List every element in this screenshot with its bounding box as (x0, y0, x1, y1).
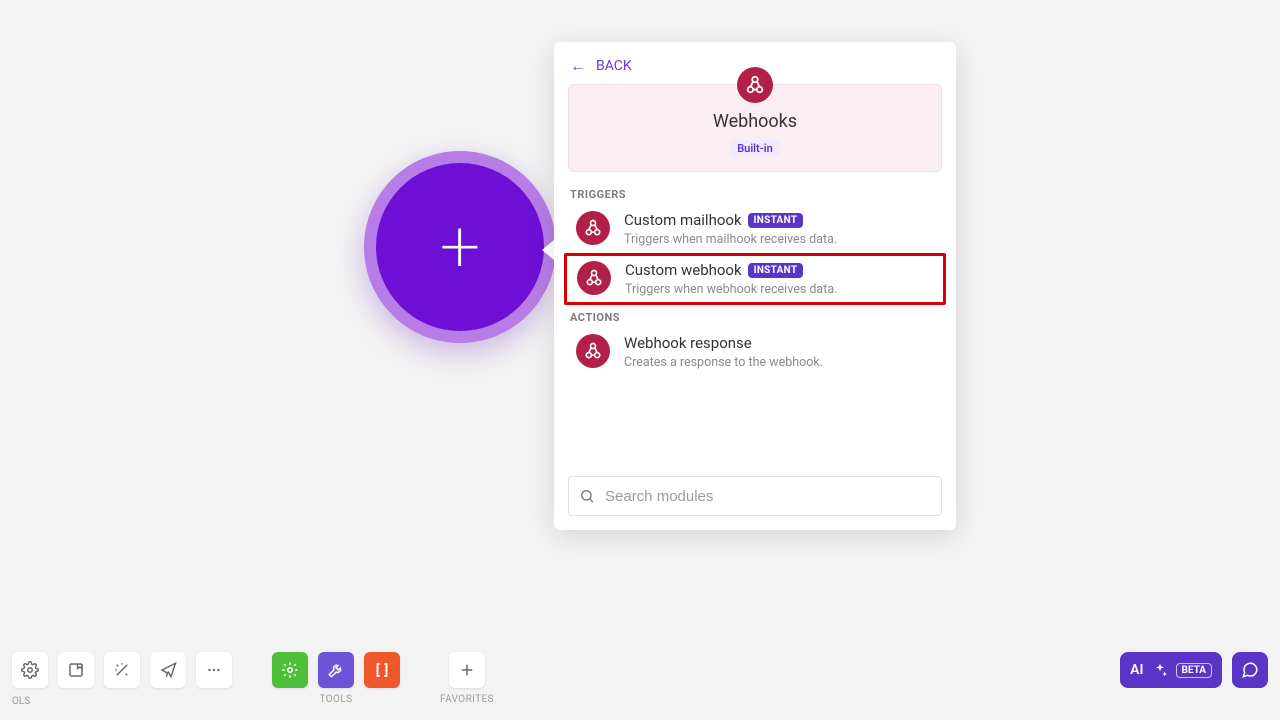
webhooks-icon (576, 211, 610, 245)
gear-icon (281, 661, 299, 679)
ai-assistant-button[interactable]: AI BETA (1120, 652, 1222, 688)
chat-icon (1241, 661, 1259, 679)
note-icon (67, 661, 85, 679)
favorites-group-label: FAVORITES (440, 694, 494, 705)
module-title: Webhook response (624, 334, 752, 352)
auto-align-button[interactable] (104, 652, 140, 688)
module-picker-panel: ← BACK Webhooks Built-in TRIGGERS Custom… (554, 42, 956, 530)
brackets-icon (373, 661, 391, 679)
ellipsis-icon (205, 661, 223, 679)
bottom-toolbar: OLS TOOLS (0, 652, 1280, 706)
beta-badge: BETA (1176, 663, 1213, 678)
plus-icon: + (440, 211, 481, 283)
module-desc: Creates a response to the webhook. (624, 355, 823, 370)
trigger-custom-webhook[interactable]: Custom webhook INSTANT Triggers when web… (564, 253, 946, 305)
app-header-card: Webhooks Built-in (568, 84, 942, 172)
triggers-section-label: TRIGGERS (570, 188, 940, 201)
tools-group-label: TOOLS (320, 694, 353, 705)
help-button[interactable] (1232, 652, 1268, 688)
action-webhook-response[interactable]: Webhook response Creates a response to t… (568, 328, 942, 376)
tools-text-parser-button[interactable] (364, 652, 400, 688)
webhooks-icon (737, 67, 773, 103)
actions-section-label: ACTIONS (570, 311, 940, 324)
arrow-left-icon: ← (570, 56, 586, 76)
module-title: Custom webhook (625, 261, 742, 279)
search-modules-field[interactable] (568, 476, 942, 516)
webhooks-icon (576, 334, 610, 368)
tools-functions-button[interactable] (318, 652, 354, 688)
ai-label: AI (1130, 662, 1143, 678)
instant-badge: INSTANT (748, 213, 804, 228)
gear-icon (21, 661, 39, 679)
add-favorite-button[interactable] (449, 652, 485, 688)
search-icon (579, 488, 595, 504)
explain-flow-button[interactable] (150, 652, 186, 688)
settings-button[interactable] (12, 652, 48, 688)
plane-icon (159, 661, 177, 679)
sparkle-icon (1152, 662, 1168, 678)
back-label: BACK (596, 58, 632, 74)
instant-badge: INSTANT (748, 263, 804, 278)
app-title: Webhooks (713, 111, 797, 132)
add-module-node[interactable]: + (364, 151, 556, 343)
wand-icon (113, 661, 131, 679)
module-title: Custom mailhook (624, 211, 742, 229)
webhooks-icon (577, 261, 611, 295)
notes-button[interactable] (58, 652, 94, 688)
plus-icon (458, 661, 476, 679)
trigger-custom-mailhook[interactable]: Custom mailhook INSTANT Triggers when ma… (568, 205, 942, 253)
add-module-node-inner: + (376, 163, 544, 331)
panel-pointer (542, 240, 554, 260)
ols-label: OLS (12, 696, 30, 707)
module-desc: Triggers when mailhook receives data. (624, 232, 837, 247)
builtin-tag: Built-in (730, 140, 780, 157)
tools-flow-button[interactable] (272, 652, 308, 688)
module-desc: Triggers when webhook receives data. (625, 282, 837, 297)
wrench-icon (327, 661, 345, 679)
more-button[interactable] (196, 652, 232, 688)
search-input[interactable] (605, 488, 931, 505)
